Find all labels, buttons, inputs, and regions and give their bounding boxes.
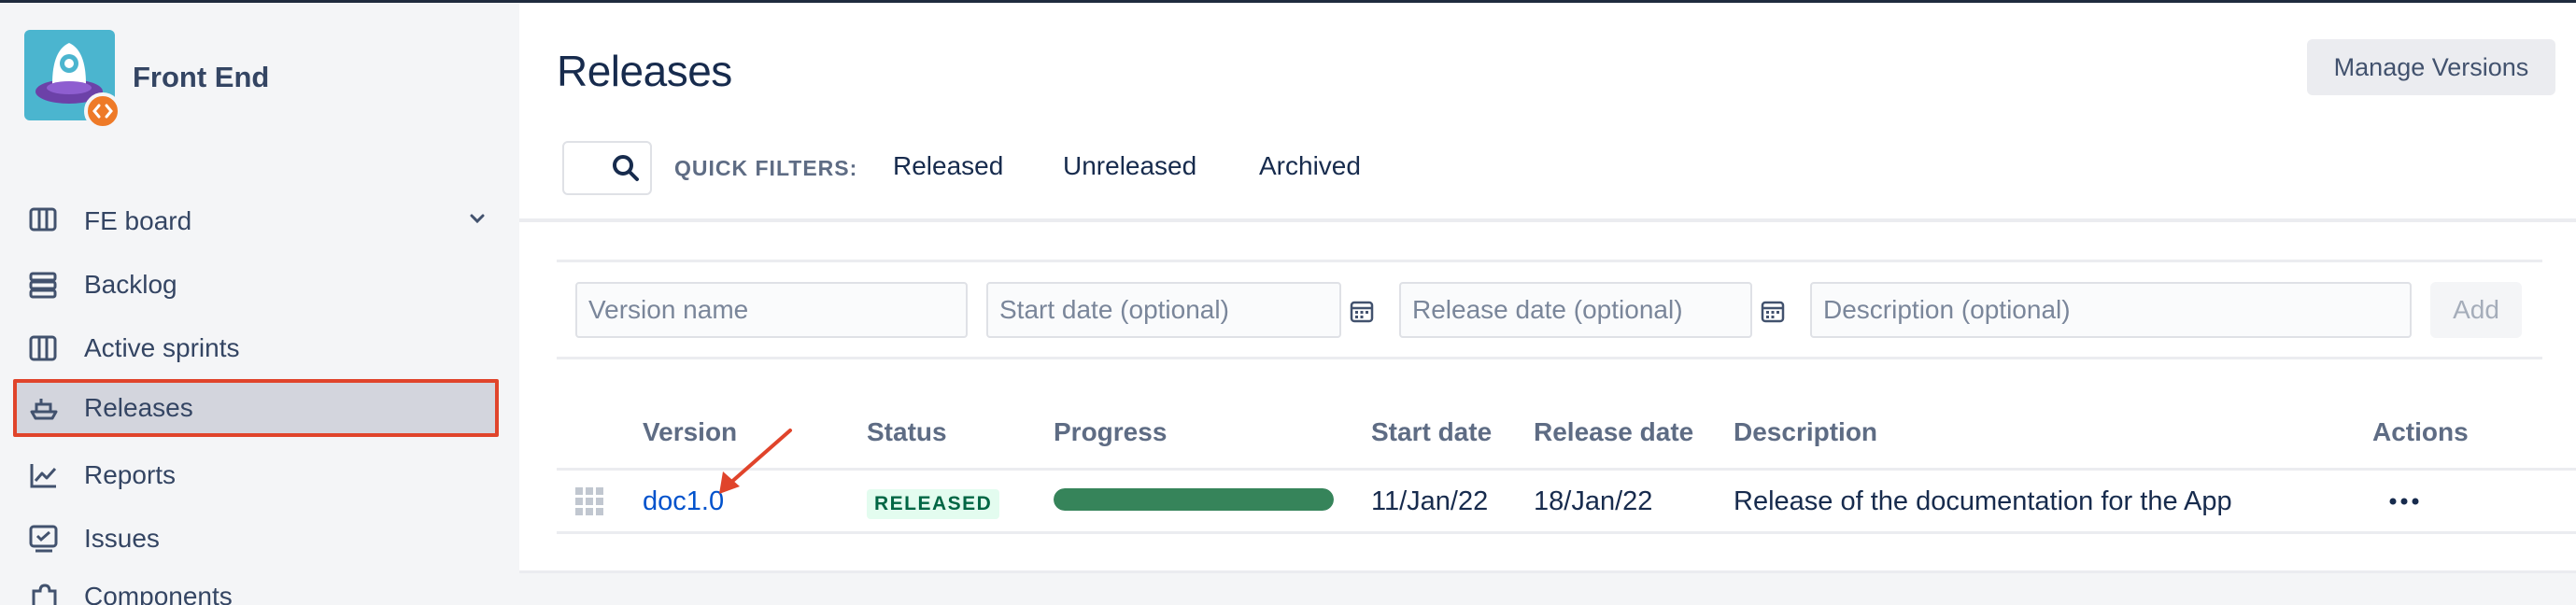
- column-header-progress[interactable]: Progress: [1054, 417, 1167, 447]
- ship-icon: [30, 399, 58, 420]
- calendar-icon[interactable]: [1760, 298, 1786, 324]
- sidebar-item-label: Backlog: [84, 270, 177, 299]
- more-actions-icon[interactable]: [2385, 492, 2423, 511]
- project-name[interactable]: Front End: [133, 61, 269, 94]
- description-cell: Release of the documentation for the App: [1734, 486, 2232, 516]
- column-header-release-date[interactable]: Release date: [1534, 417, 1693, 447]
- divider: [557, 531, 2576, 534]
- sidebar-item-components[interactable]: Components: [13, 568, 499, 605]
- search-input[interactable]: [562, 141, 652, 195]
- release-date-field[interactable]: [1399, 282, 1752, 338]
- sidebar-item-active-sprints[interactable]: Active sprints: [13, 319, 499, 377]
- footer-band: [519, 570, 2576, 605]
- sidebar: Front End FE board Backlog Active sprint…: [0, 3, 519, 605]
- filter-unreleased[interactable]: Unreleased: [1063, 151, 1196, 181]
- sidebar-item-backlog[interactable]: Backlog: [13, 256, 499, 314]
- divider: [557, 357, 2542, 359]
- start-date-field[interactable]: [986, 282, 1341, 338]
- manage-versions-button[interactable]: Manage Versions: [2307, 39, 2555, 95]
- page-title: Releases: [557, 47, 732, 95]
- column-header-actions: Actions: [2372, 417, 2469, 446]
- divider: [557, 468, 2576, 471]
- main-content: Releases Manage Versions QUICK FILTERS: …: [519, 3, 2576, 605]
- sidebar-item-label: Releases: [84, 393, 193, 422]
- column-header-description[interactable]: Description: [1734, 417, 1877, 447]
- sidebar-item-label: Components: [84, 582, 233, 605]
- sidebar-item-label: Issues: [84, 524, 160, 553]
- filter-archived[interactable]: Archived: [1259, 151, 1361, 181]
- annotation-arrow: [1229, 418, 1341, 502]
- drag-handle-icon[interactable]: [573, 485, 605, 517]
- annotation-arrow-icon: [719, 429, 792, 494]
- puzzle-icon: [32, 584, 57, 605]
- backlog-icon: [29, 272, 57, 299]
- release-date-cell: 18/Jan/22: [1534, 486, 1653, 516]
- board-selector[interactable]: FE board: [24, 193, 493, 247]
- board-name: FE board: [84, 206, 192, 235]
- quick-filters-label: QUICK FILTERS:: [674, 156, 858, 180]
- issues-icon: [29, 525, 58, 553]
- columns-icon: [29, 335, 57, 361]
- sidebar-item-label: Active sprints: [84, 333, 240, 362]
- version-name-field[interactable]: [575, 282, 968, 338]
- chevron-down-icon: [470, 214, 485, 224]
- search-icon: [613, 155, 639, 181]
- code-badge-icon: [84, 92, 121, 130]
- column-header-status[interactable]: Status: [867, 417, 947, 447]
- sidebar-item-releases[interactable]: Releases: [13, 379, 499, 437]
- status-badge: RELEASED: [867, 489, 1000, 519]
- add-version-button[interactable]: Add: [2430, 282, 2522, 338]
- start-date-cell: 11/Jan/22: [1371, 486, 1489, 516]
- column-header-start-date[interactable]: Start date: [1371, 417, 1492, 447]
- description-field[interactable]: [1810, 282, 2412, 338]
- sidebar-item-reports[interactable]: Reports: [13, 446, 499, 504]
- divider: [519, 218, 2576, 222]
- chart-icon: [30, 464, 57, 488]
- sidebar-item-label: Reports: [84, 460, 177, 489]
- filter-released[interactable]: Released: [893, 151, 1003, 181]
- board-icon: [29, 207, 57, 232]
- sidebar-item-issues[interactable]: Issues: [13, 510, 499, 568]
- calendar-icon[interactable]: [1349, 298, 1375, 324]
- divider: [557, 260, 2542, 262]
